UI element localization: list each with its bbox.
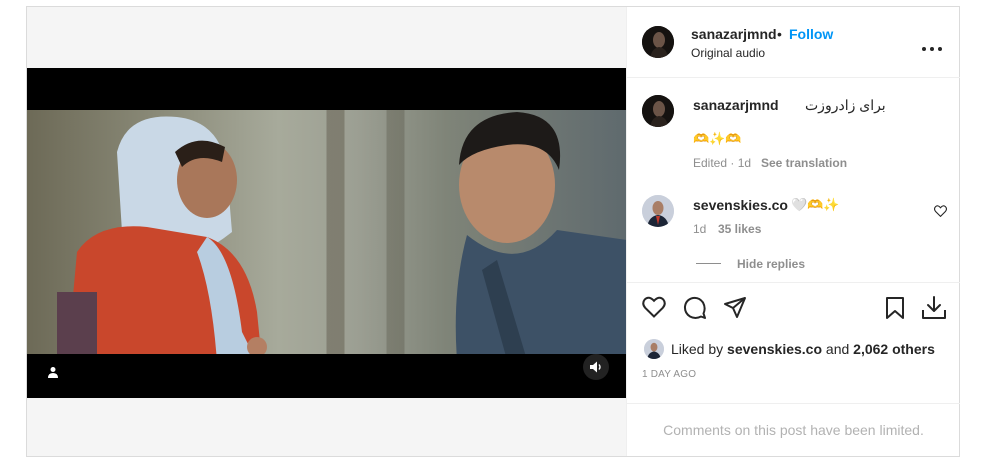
speaker-icon bbox=[590, 361, 601, 373]
liked-by-user[interactable]: sevenskies.co bbox=[727, 341, 822, 357]
caption-emojis: 🫶✨🫶 bbox=[693, 131, 742, 146]
avatar-image bbox=[642, 195, 674, 227]
follow-button[interactable]: Follow bbox=[789, 26, 833, 42]
avatar-image bbox=[642, 95, 674, 127]
send-icon bbox=[724, 297, 746, 318]
original-audio-link[interactable]: Original audio bbox=[691, 46, 765, 60]
liked-by-text: Liked by sevenskies.co and 2,062 others bbox=[671, 341, 935, 357]
man-figure bbox=[455, 112, 626, 354]
separator-dot: • bbox=[777, 26, 782, 42]
post-container: sanazarjmnd • Follow Original audio sana… bbox=[26, 6, 960, 457]
more-options-button[interactable] bbox=[921, 39, 943, 51]
commenter-username[interactable]: sevenskies.co bbox=[693, 197, 788, 213]
replies-divider-line bbox=[696, 263, 721, 264]
like-button[interactable] bbox=[642, 296, 666, 318]
comment-text: 🤍🫶✨ bbox=[791, 197, 840, 212]
comment-likes[interactable]: 35 likes bbox=[718, 222, 761, 236]
more-icon bbox=[922, 47, 942, 51]
heart-icon bbox=[642, 296, 666, 318]
comment-like-button[interactable] bbox=[934, 204, 948, 218]
caption-text: برای زادروزت bbox=[805, 97, 886, 113]
media-area bbox=[27, 7, 626, 456]
commenter-avatar[interactable] bbox=[642, 195, 674, 227]
post-timestamp[interactable]: 1 DAY AGO bbox=[642, 369, 696, 380]
liked-by-others[interactable]: 2,062 others bbox=[853, 341, 935, 357]
girl-figure bbox=[57, 116, 267, 354]
actions-section bbox=[627, 282, 960, 283]
download-button[interactable] bbox=[921, 295, 947, 321]
small-heart-icon bbox=[934, 205, 947, 218]
comments-limited-notice: Comments on this post have been limited. bbox=[627, 403, 960, 456]
comments-limited-text: Comments on this post have been limited. bbox=[663, 422, 924, 438]
liked-by-and: and bbox=[825, 341, 850, 357]
comment-icon bbox=[683, 296, 706, 319]
avatar-image bbox=[644, 339, 664, 359]
author-username[interactable]: sanazarjmnd bbox=[691, 26, 777, 42]
user-tag-button[interactable] bbox=[41, 360, 65, 384]
bookmark-icon bbox=[886, 297, 904, 319]
caption-author-avatar[interactable] bbox=[642, 95, 674, 127]
user-tag-icon bbox=[48, 367, 58, 378]
comment-button[interactable] bbox=[683, 296, 707, 320]
audio-toggle-button[interactable] bbox=[583, 354, 609, 380]
download-icon bbox=[922, 296, 946, 319]
save-button[interactable] bbox=[884, 296, 906, 320]
caption-edited-time: Edited · 1d bbox=[693, 156, 752, 170]
share-button[interactable] bbox=[723, 296, 747, 320]
liked-by-prefix: Liked by bbox=[671, 341, 724, 357]
see-translation-link[interactable]: See translation bbox=[761, 156, 847, 170]
caption-username[interactable]: sanazarjmnd bbox=[693, 97, 779, 113]
comment-time: 1d bbox=[693, 222, 707, 236]
liker-avatar[interactable] bbox=[644, 339, 664, 359]
post-header: sanazarjmnd • Follow Original audio bbox=[627, 7, 960, 78]
post-sidebar: sanazarjmnd • Follow Original audio sana… bbox=[626, 7, 960, 456]
video-frame bbox=[27, 110, 626, 354]
author-avatar[interactable] bbox=[642, 26, 674, 58]
hide-replies-button[interactable]: Hide replies bbox=[737, 257, 805, 271]
avatar-image bbox=[642, 26, 674, 58]
video-player[interactable] bbox=[27, 68, 626, 398]
